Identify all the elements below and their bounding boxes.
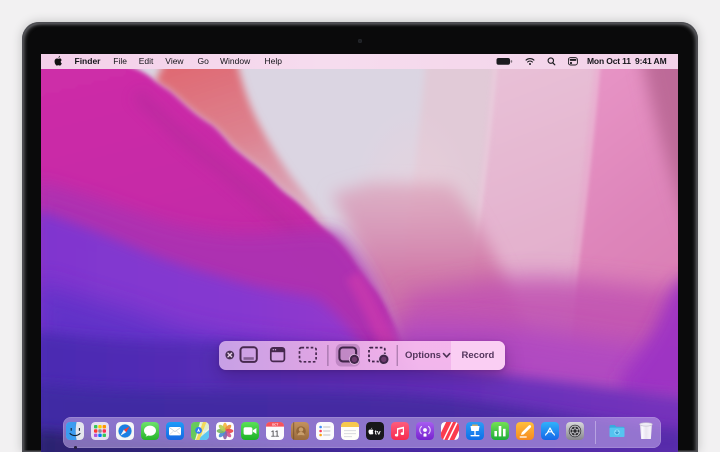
svg-text:tv: tv bbox=[375, 430, 381, 437]
svg-text:11: 11 bbox=[271, 429, 280, 439]
svg-text:OCT: OCT bbox=[272, 423, 279, 427]
